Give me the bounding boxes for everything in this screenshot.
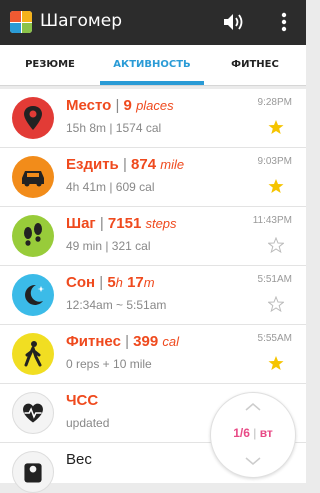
list-item-place[interactable]: Место | 9 places 15h 8m | 1574 cal 9:28P… — [0, 89, 306, 148]
walking-person-icon — [12, 333, 54, 375]
list-item-sleep[interactable]: Сон | 5h 17m 12:34am ~ 5:51am 5:51AM — [0, 266, 306, 325]
list-item-fitness[interactable]: Фитнес | 399 cal 0 reps + 10 mile 5:55AM — [0, 325, 306, 384]
row-subtitle: 4h 41m | 609 cal — [66, 180, 155, 194]
tab-bar: РЕЗЮМЕ АКТИВНОСТЬ ФИТНЕС — [0, 45, 306, 86]
location-pin-icon — [12, 97, 54, 139]
row-title: Место | 9 places — [66, 97, 174, 114]
row-subtitle: updated — [66, 416, 110, 430]
row-title: Сон | 5h 17m — [66, 274, 155, 291]
star-outline-icon[interactable] — [268, 237, 284, 253]
row-time: 11:43PM — [252, 215, 292, 226]
scale-icon — [12, 451, 54, 493]
row-subtitle: 0 reps + 10 mile — [66, 357, 152, 371]
row-time: 5:55AM — [257, 333, 292, 344]
heart-rate-icon — [12, 392, 54, 434]
day-pager[interactable]: 1/6 | вт — [210, 392, 296, 478]
list-item-steps[interactable]: Шаг | 7151 steps 49 min | 321 cal 11:43P… — [0, 207, 306, 266]
footsteps-icon — [12, 215, 54, 257]
row-title: Ездить | 874 mile — [66, 156, 185, 173]
star-filled-icon[interactable] — [268, 355, 284, 371]
row-time: 5:51AM — [257, 274, 292, 285]
star-filled-icon[interactable] — [268, 119, 284, 135]
row-title: Шаг | 7151 steps — [66, 215, 177, 232]
moon-icon — [12, 274, 54, 316]
overflow-menu-icon[interactable] — [280, 12, 288, 32]
row-title: ЧСС — [66, 392, 99, 409]
app-bar: Шагомер — [0, 0, 306, 45]
speaker-icon[interactable] — [222, 12, 244, 32]
tab-activity[interactable]: АКТИВНОСТЬ — [100, 45, 204, 85]
row-time: 9:28PM — [257, 97, 292, 108]
chevron-up-icon[interactable] — [245, 403, 261, 411]
row-subtitle: 49 min | 321 cal — [66, 239, 151, 253]
star-filled-icon[interactable] — [268, 178, 284, 194]
app-logo-icon — [10, 11, 32, 33]
tab-summary[interactable]: РЕЗЮМЕ — [0, 45, 100, 85]
row-time: 9:03PM — [257, 156, 292, 167]
app-title: Шагомер — [40, 11, 123, 31]
car-icon — [12, 156, 54, 198]
active-tab-indicator — [100, 81, 204, 85]
star-outline-icon[interactable] — [268, 296, 284, 312]
row-title: Фитнес | 399 cal — [66, 333, 179, 350]
row-subtitle: 12:34am ~ 5:51am — [66, 298, 167, 312]
tab-fitness[interactable]: ФИТНЕС — [204, 45, 306, 85]
list-item-drive[interactable]: Ездить | 874 mile 4h 41m | 609 cal 9:03P… — [0, 148, 306, 207]
pager-label: 1/6 | вт — [233, 426, 273, 440]
row-subtitle: 15h 8m | 1574 cal — [66, 121, 162, 135]
chevron-down-icon[interactable] — [245, 457, 261, 465]
row-title: Вес — [66, 451, 92, 468]
